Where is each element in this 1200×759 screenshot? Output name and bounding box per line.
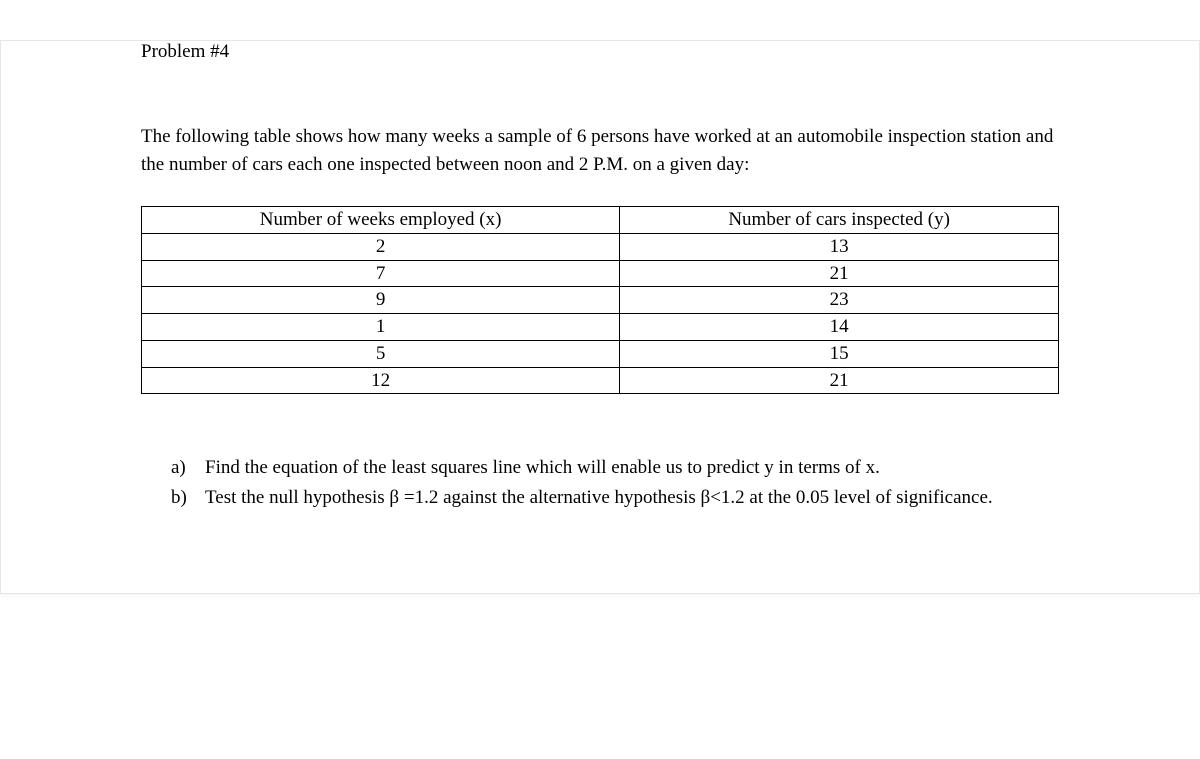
question-b: b) Test the null hypothesis β =1.2 again… (205, 484, 1059, 512)
table-row: 7 21 (142, 260, 1059, 287)
header-y: Number of cars inspected (y) (620, 207, 1059, 234)
question-text: Test the null hypothesis β =1.2 against … (205, 487, 993, 508)
cell-y: 21 (620, 367, 1059, 394)
cell-y: 21 (620, 260, 1059, 287)
cell-y: 13 (620, 233, 1059, 260)
document-page: Problem #4 The following table shows how… (0, 40, 1200, 594)
question-text: Find the equation of the least squares l… (205, 457, 880, 478)
cell-x: 1 (142, 314, 620, 341)
header-x: Number of weeks employed (x) (142, 207, 620, 234)
problem-title: Problem #4 (141, 41, 1059, 63)
table-row: 2 13 (142, 233, 1059, 260)
cell-x: 7 (142, 260, 620, 287)
cell-y: 23 (620, 287, 1059, 314)
question-list: a) Find the equation of the least square… (141, 454, 1059, 511)
cell-y: 15 (620, 340, 1059, 367)
question-a: a) Find the equation of the least square… (205, 454, 1059, 482)
table-row: 5 15 (142, 340, 1059, 367)
cell-x: 2 (142, 233, 620, 260)
table-row: 1 14 (142, 314, 1059, 341)
table-row: 12 21 (142, 367, 1059, 394)
cell-x: 5 (142, 340, 620, 367)
question-marker: a) (171, 454, 186, 482)
cell-x: 9 (142, 287, 620, 314)
table-header-row: Number of weeks employed (x) Number of c… (142, 207, 1059, 234)
cell-y: 14 (620, 314, 1059, 341)
problem-intro: The following table shows how many weeks… (141, 123, 1059, 178)
question-marker: b) (171, 484, 187, 512)
data-table: Number of weeks employed (x) Number of c… (141, 206, 1059, 394)
cell-x: 12 (142, 367, 620, 394)
table-row: 9 23 (142, 287, 1059, 314)
